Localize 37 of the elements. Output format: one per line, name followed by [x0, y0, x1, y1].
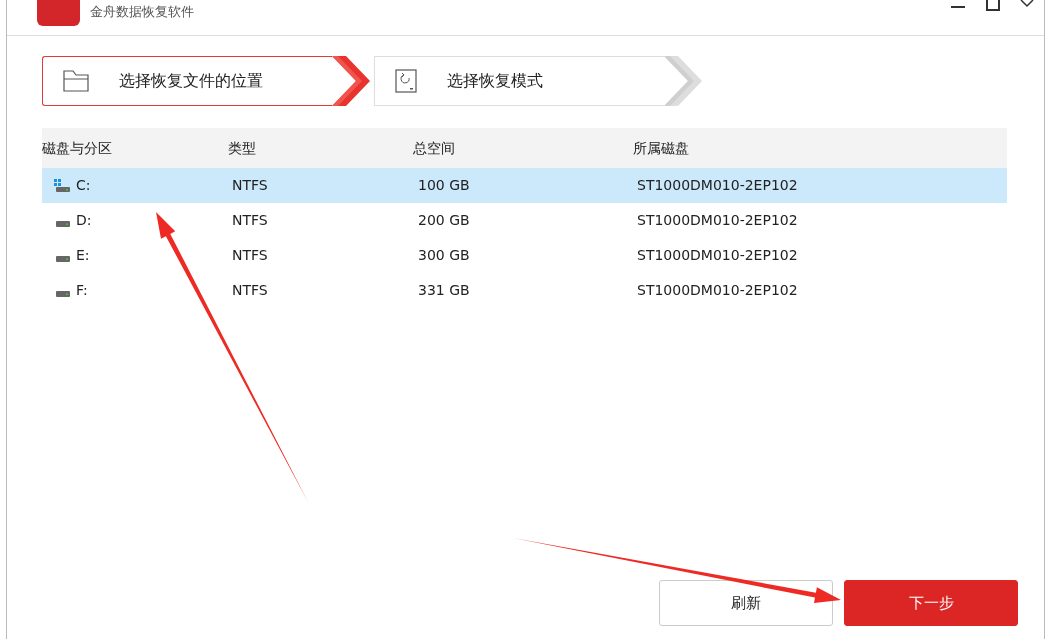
system-drive-icon [54, 178, 70, 193]
size-cell-text: 100 GB [417, 176, 471, 195]
drive-label: E: [76, 246, 90, 265]
table-row[interactable]: F: NTFS 331 GB ST1000DM010-2EP102 [42, 273, 1007, 308]
maximize-icon[interactable] [986, 0, 1000, 12]
app-logo-icon [37, 0, 80, 26]
drive-icon [56, 290, 70, 297]
column-header: 总空间 [413, 138, 456, 158]
refresh-button[interactable]: 刷新 [659, 580, 833, 626]
table-row[interactable]: C: NTFS 100 GB ST1000DM010-2EP102 [42, 168, 1007, 203]
column-header: 所属磁盘 [633, 138, 690, 158]
table-row[interactable]: E: NTFS 300 GB ST1000DM010-2EP102 [42, 238, 1007, 273]
step-tab[interactable]: 选择恢复模式 [374, 56, 664, 106]
column-header: 类型 [228, 138, 257, 158]
disk-cell-text: ST1000DM010-2EP102 [636, 211, 799, 230]
step-tab[interactable]: 选择恢复文件的位置 [42, 56, 332, 106]
type-cell-text: NTFS [231, 281, 269, 300]
column-header: 磁盘与分区 [42, 138, 113, 158]
next-button[interactable]: 下一步 [844, 580, 1018, 626]
drive-icon [56, 220, 70, 227]
close-icon[interactable] [1020, 0, 1034, 10]
folder-icon [63, 70, 89, 92]
drive-label: F: [76, 281, 88, 300]
type-cell-text: NTFS [231, 211, 269, 230]
drive-icon [56, 255, 70, 262]
size-cell-text: 300 GB [417, 246, 471, 265]
size-cell-text: 200 GB [417, 211, 471, 230]
type-cell-text: NTFS [231, 246, 269, 265]
size-cell-text: 331 GB [417, 281, 471, 300]
disk-cell-text: ST1000DM010-2EP102 [636, 246, 799, 265]
table-row[interactable]: D: NTFS 200 GB ST1000DM010-2EP102 [42, 203, 1007, 238]
disk-cell-text: ST1000DM010-2EP102 [636, 176, 799, 195]
disk-cell-text: ST1000DM010-2EP102 [636, 281, 799, 300]
window-title: 金舟数据恢复软件 [90, 3, 194, 21]
drive-label: D: [76, 211, 92, 230]
type-cell-text: NTFS [231, 176, 269, 195]
drive-label: C: [76, 176, 91, 195]
